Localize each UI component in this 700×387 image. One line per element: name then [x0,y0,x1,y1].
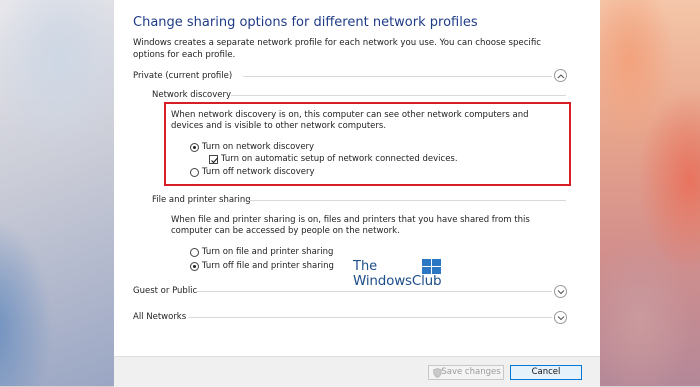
dialog-footer: Save changes Cancel [114,356,600,387]
section-all-networks-label: All Networks [133,312,187,322]
network-discovery-on-radio[interactable] [190,143,199,152]
network-discovery-on-label[interactable]: Turn on network discovery [202,142,314,152]
file-sharing-off-label[interactable]: Turn off file and printer sharing [202,261,334,271]
file-sharing-on-label[interactable]: Turn on file and printer sharing [202,247,333,257]
subsection-divider [231,95,566,96]
network-discovery-off-label[interactable]: Turn off network discovery [202,167,315,177]
page-title: Change sharing options for different net… [133,15,478,30]
chevron-up-icon[interactable] [554,69,567,82]
section-divider [243,76,552,77]
section-guest-label: Guest or Public [133,286,198,296]
chevron-down-icon[interactable] [554,285,567,298]
chevron-down-icon[interactable] [554,311,567,324]
watermark-line1: The [353,259,378,274]
section-divider [189,317,552,318]
advanced-sharing-settings-window: Change sharing options for different net… [114,0,600,387]
section-private-label: Private (current profile) [133,71,233,81]
page-description: Windows creates a separate network profi… [133,38,541,60]
subsection-divider [247,200,566,201]
desktop-wallpaper-right [600,0,700,386]
auto-setup-label[interactable]: Turn on automatic setup of network conne… [221,154,458,164]
file-sharing-off-radio[interactable] [190,262,199,271]
network-discovery-heading: Network discovery [152,90,232,100]
save-changes-button[interactable]: Save changes [428,365,504,380]
watermark-line2: WindowsClub [353,273,442,289]
network-discovery-off-radio[interactable] [190,168,199,177]
network-discovery-info: When network discovery is on, this compu… [171,110,529,131]
file-sharing-heading: File and printer sharing [152,195,251,205]
cancel-button[interactable]: Cancel [510,365,582,380]
file-sharing-on-radio[interactable] [190,248,199,257]
section-divider [196,291,552,292]
file-sharing-info: When file and printer sharing is on, fil… [171,215,530,236]
desktop-wallpaper-left [0,0,114,386]
windows-logo-icon [422,259,442,275]
thewindowsclub-watermark: The WindowsClub [353,259,445,291]
shield-icon [433,368,442,378]
auto-setup-checkbox[interactable] [209,155,218,164]
